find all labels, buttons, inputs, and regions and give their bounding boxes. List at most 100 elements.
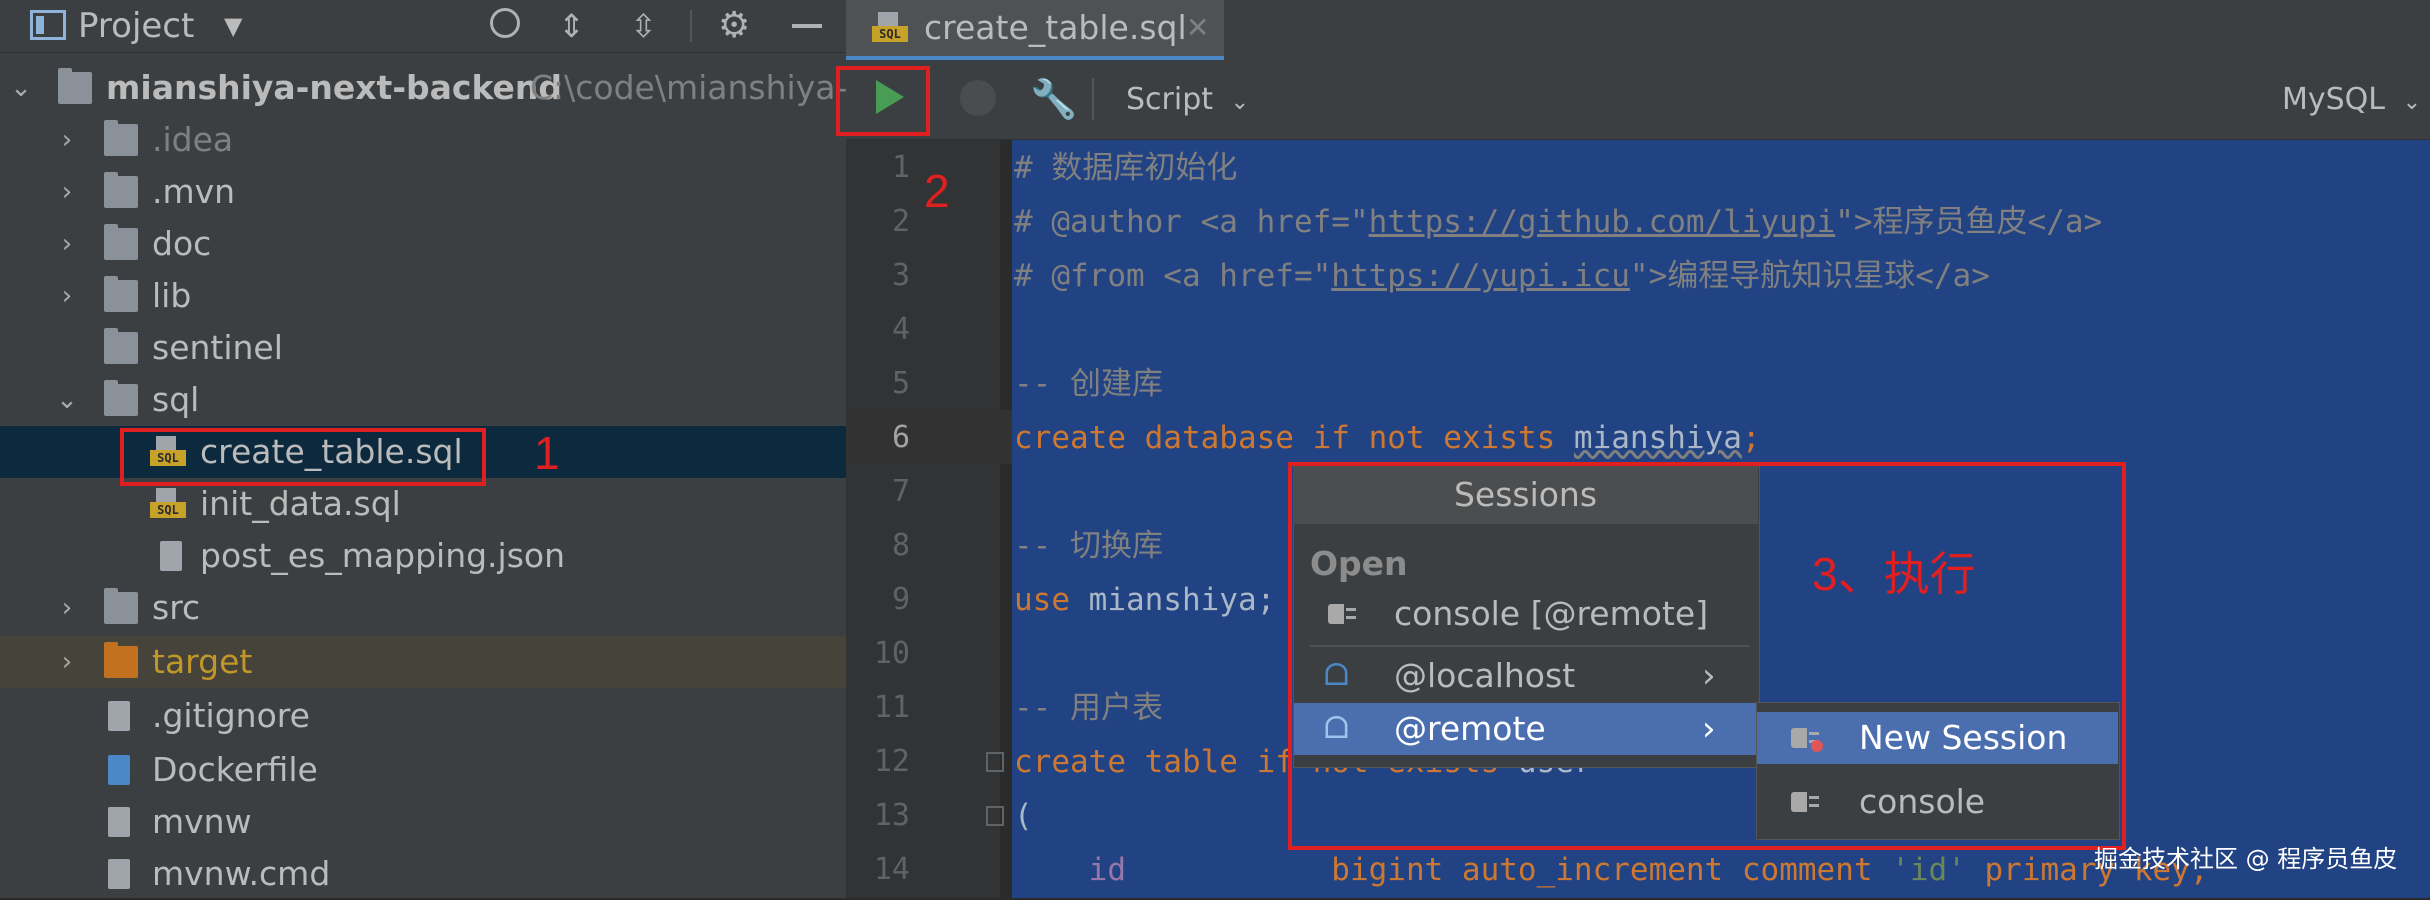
wrench-icon[interactable]: 🔧 (1030, 60, 1077, 139)
line-number: 8 (891, 528, 910, 563)
chevron-down-icon: ⌄ (1230, 90, 1249, 115)
folder-icon (104, 380, 138, 416)
locate-icon[interactable] (490, 8, 520, 38)
text-file-icon (108, 859, 130, 889)
chevron-down-icon: ⌄ (2402, 90, 2421, 115)
annotation-box-run (836, 66, 930, 136)
tree-item-sql[interactable]: ⌄ sql (0, 374, 846, 426)
chevron-right-icon[interactable]: › (52, 166, 82, 218)
tree-item-dockerfile[interactable]: Dockerfile (0, 744, 846, 796)
annotation-step-1: 1 (534, 427, 560, 479)
stop-icon[interactable] (960, 80, 996, 116)
tree-item-label: .mvn (152, 172, 236, 211)
tree-item-sentinel[interactable]: sentinel (0, 322, 846, 374)
tree-item-label: mvnw (152, 802, 252, 841)
tree-item-label: src (152, 588, 201, 627)
close-icon[interactable]: ✕ (1186, 0, 1209, 56)
gear-icon[interactable]: ⚙ (718, 0, 750, 52)
tree-item-label: .gitignore (152, 696, 310, 735)
tab-label: create_table.sql (924, 8, 1187, 47)
divider (690, 10, 692, 42)
line-number: 1 (891, 150, 910, 185)
line-number: 14 (873, 852, 910, 887)
script-dropdown[interactable]: Script ⌄ (1126, 60, 1249, 142)
tree-root[interactable]: ⌄ mianshiya-next-backend C:\code\mianshi… (0, 62, 861, 114)
line-number: 10 (873, 636, 910, 671)
shell-file-icon (108, 807, 130, 837)
folder-icon (104, 328, 138, 364)
annotation-box-execute (1288, 462, 2126, 850)
tree-item-label: post_es_mapping.json (200, 536, 566, 575)
chevron-down-icon[interactable]: ⌄ (6, 62, 36, 114)
excluded-folder-icon (104, 642, 138, 678)
tree-item-idea[interactable]: › .idea (0, 114, 846, 166)
line-number: 11 (873, 690, 910, 725)
chevron-right-icon[interactable]: › (52, 270, 82, 322)
tree-item-label: doc (152, 224, 212, 263)
collapse-all-icon[interactable]: ⇳ (630, 0, 657, 52)
code-line: use mianshiya; (1014, 582, 1276, 618)
chevron-right-icon[interactable]: › (52, 114, 82, 166)
chevron-right-icon[interactable]: › (52, 582, 82, 634)
annotation-step-3: 3、执行 (1812, 548, 1976, 600)
tree-item-label: mvnw.cmd (152, 854, 331, 893)
line-number: 6 (891, 420, 910, 455)
line-number: 13 (873, 798, 910, 833)
project-view-icon[interactable] (30, 10, 66, 40)
tab-create-table[interactable]: SQL create_table.sql ✕ (846, 0, 1224, 60)
code-line: # @author <a href="https://github.com/li… (1014, 204, 2103, 240)
code-line: create database if not exists mianshiya; (1014, 420, 1761, 456)
tree-item-label: lib (152, 276, 192, 315)
chevron-down-icon[interactable]: ▼ (224, 0, 242, 52)
fold-icon[interactable] (986, 806, 1004, 826)
tree-item-gitignore[interactable]: .gitignore (0, 690, 846, 742)
gitignore-file-icon (108, 701, 130, 731)
line-number: 3 (891, 258, 910, 293)
script-label: Script (1126, 82, 1214, 117)
folder-icon (104, 120, 138, 156)
folder-icon (104, 172, 138, 208)
json-file-icon (160, 541, 182, 571)
hide-icon[interactable] (792, 24, 822, 28)
tree-item-mvnw[interactable]: mvnw (0, 796, 846, 848)
chevron-down-icon[interactable]: ⌄ (52, 374, 82, 426)
docker-file-icon (108, 755, 130, 785)
tree-item-src[interactable]: › src (0, 582, 846, 634)
watermark: 掘金技术社区 @ 程序员鱼皮 (2094, 845, 2398, 873)
editor-toolbar: 🔧 Script ⌄ MySQL ⌄ (846, 60, 2430, 140)
dialect-label: MySQL (2282, 82, 2386, 117)
code-link[interactable]: https://github.com/liyupi (1369, 204, 1836, 240)
tree-item-label: sentinel (152, 328, 283, 367)
chevron-right-icon[interactable]: › (52, 218, 82, 270)
code-line: # @from <a href="https://yupi.icu">编程导航知… (1014, 258, 1990, 294)
project-title[interactable]: Project (78, 0, 194, 52)
sql-file-icon: SQL (150, 488, 186, 520)
code-link[interactable]: https://yupi.icu (1331, 258, 1630, 294)
divider (1092, 78, 1094, 120)
line-number: 7 (891, 474, 910, 509)
tree-item-label: Dockerfile (152, 750, 318, 789)
folder-icon (104, 276, 138, 312)
chevron-right-icon[interactable]: › (52, 636, 82, 688)
tree-item-label: sql (152, 380, 200, 419)
annotation-box-file (120, 428, 486, 486)
tree-item-mvn[interactable]: › .mvn (0, 166, 846, 218)
tree-item-mvnw-cmd[interactable]: mvnw.cmd (0, 848, 846, 900)
annotation-step-2: 2 (924, 165, 950, 217)
tree-item-target[interactable]: › target (0, 636, 846, 688)
code-line: id bigint auto_increment comment 'id' pr… (1014, 852, 2209, 888)
fold-icon[interactable] (986, 752, 1004, 772)
dialect-dropdown[interactable]: MySQL ⌄ (2282, 60, 2421, 142)
expand-all-icon[interactable]: ⇕ (558, 0, 585, 52)
tree-item-label: .idea (152, 120, 234, 159)
line-number: 9 (891, 582, 910, 617)
code-line: ( (1014, 798, 1033, 834)
tree-item-doc[interactable]: › doc (0, 218, 846, 270)
line-number: 5 (891, 366, 910, 401)
line-number: 12 (873, 744, 910, 779)
tree-item-post-es-mapping[interactable]: post_es_mapping.json (0, 530, 846, 582)
root-name: mianshiya-next-backend (106, 68, 563, 107)
code-line: # 数据库初始化 (1014, 150, 1238, 186)
tree-item-lib[interactable]: › lib (0, 270, 846, 322)
folder-icon (104, 588, 138, 624)
